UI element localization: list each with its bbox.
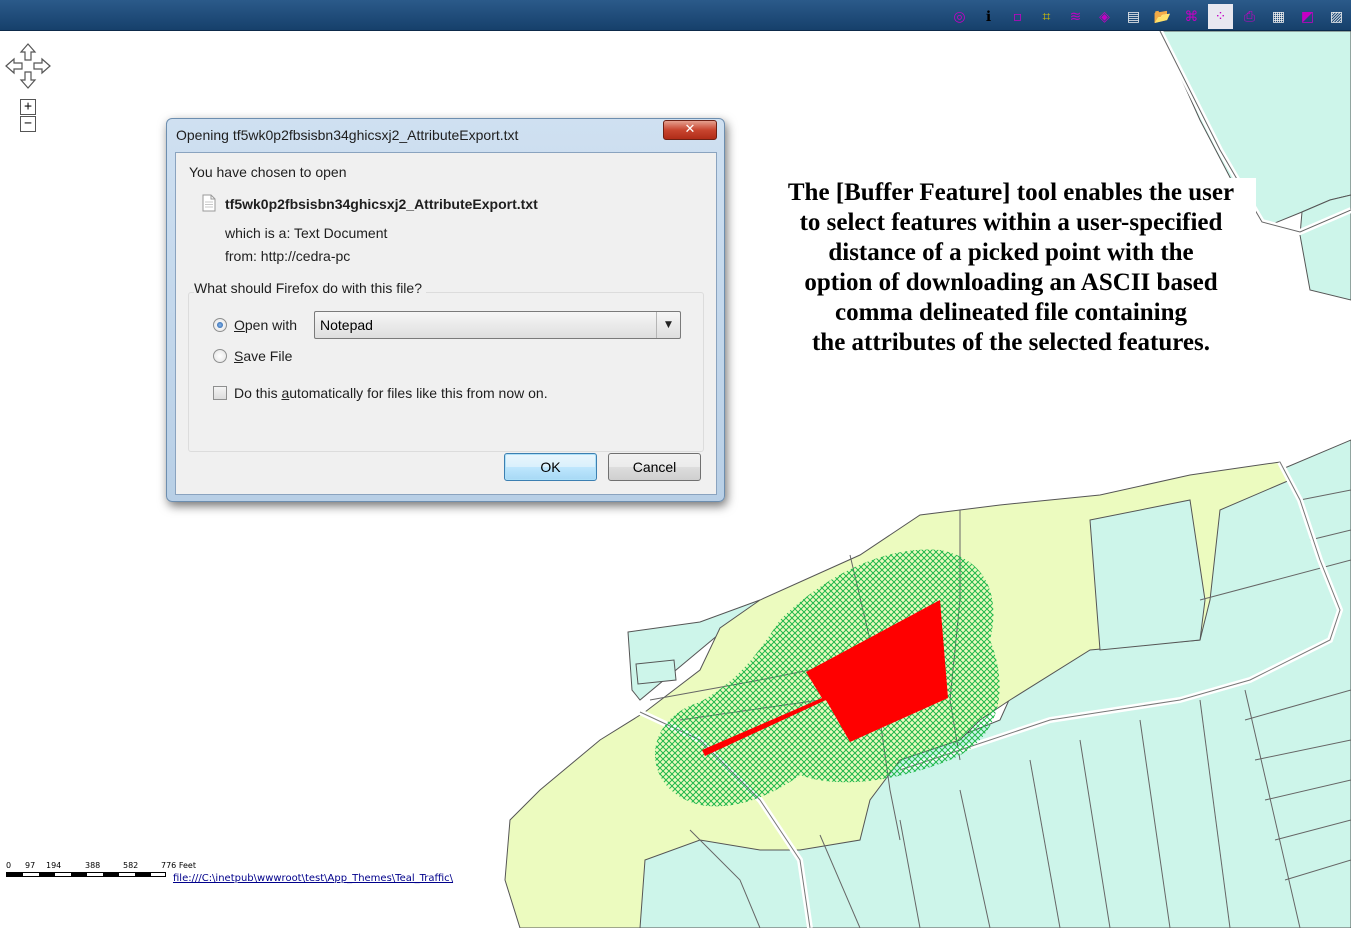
chart-tool-button[interactable]: ◩ [1295,4,1320,29]
chart-icon: ◩ [1300,8,1315,25]
close-icon: ✕ [684,122,696,137]
ok-button[interactable]: OK [504,453,597,481]
auto-checkbox[interactable] [213,386,227,400]
open-with-app-select[interactable]: Notepad ▼ [314,311,681,339]
description-line: The [Buffer Feature] tool enables the us… [787,179,1235,206]
auto-label[interactable]: Do this automatically for files like thi… [234,385,548,401]
report-tool-button[interactable]: ▨ [1324,4,1349,29]
file-source-row: from: http://cedra-pc [225,248,350,264]
selected-app: Notepad [320,317,373,333]
info-tool-button[interactable]: ℹ [976,4,1001,29]
pan-down-arrow [19,71,37,89]
toolbar: ◎ ℹ ▫ ⌗ ≋ ◈ ▤ 📂 ⌘ ⁘ ⎙ ▦ ◩ ▨ [947,3,1349,30]
file-path-link[interactable]: file:///C:\inetpub\wwwroot\test\App_Them… [173,873,453,884]
scale-tick: 194 [46,861,62,870]
scale-line [6,872,166,877]
layers-tool-button[interactable]: ≋ [1063,4,1088,29]
description-line: to select features within a user-specifi… [799,209,1223,236]
open-with-label[interactable]: Open with [234,317,297,333]
action-question: What should Firefox do with this file? [194,280,426,296]
save-file-label[interactable]: Save File [234,348,292,364]
zoom-extent-tool-button[interactable]: ◎ [947,4,972,29]
file-type-value: Text Document [294,225,388,241]
buffer-feature-tool-button[interactable]: ◈ [1092,4,1117,29]
dialog-title: Opening tf5wk0p2fbsisbn34ghicsxj2_Attrib… [176,127,519,143]
text-file-icon [202,194,216,212]
select-box-icon: ▫ [1012,8,1023,25]
buffer-feature-icon: ◈ [1099,8,1110,25]
description-line: the attributes of the selected features. [811,329,1211,356]
select-polygon-icon: ⌘ [1184,8,1199,25]
description-line: comma delineated file containing [834,299,1188,326]
open-folder-icon: 📂 [1153,8,1172,25]
file-name: tf5wk0p2fbsisbn34ghicsxj2_AttributeExpor… [225,196,538,212]
which-is-label: which is a: [225,225,291,241]
scale-tick: 776 Feet [161,861,196,870]
print-icon: ⎙ [1243,8,1256,25]
table-icon: ▦ [1271,8,1286,25]
file-source-value: http://cedra-pc [260,248,351,264]
description-line: option of downloading an ASCII based [804,269,1218,296]
pan-up-arrow [19,43,37,61]
chevron-down-icon: ▼ [656,312,680,338]
parcel [635,659,677,685]
zoom-out-button[interactable]: − [20,116,36,132]
scale-tick: 582 [123,861,139,870]
zoom-in-button[interactable]: + [20,99,36,115]
download-dialog: Opening tf5wk0p2fbsisbn34ghicsxj2_Attrib… [166,118,725,502]
selected-parcels [1089,499,1206,651]
pan-right-arrow [33,57,51,75]
crop-tool-button[interactable]: ⌗ [1034,4,1059,29]
select-polygon-tool-button[interactable]: ⌘ [1179,4,1204,29]
report-icon: ▨ [1329,8,1344,25]
file-type-row: which is a: Text Document [225,225,387,241]
from-label: from: [225,248,257,264]
scale-tick: 388 [85,861,101,870]
save-file-radio[interactable] [213,349,227,363]
chosen-label: You have chosen to open [189,164,347,180]
open-folder-tool-button[interactable]: 📂 [1150,4,1175,29]
tool-description-box: The [Buffer Feature] tool enables the us… [766,178,1256,388]
close-button[interactable]: ✕ [663,120,717,140]
cancel-button[interactable]: Cancel [608,453,701,481]
print-tool-button[interactable]: ⎙ [1237,4,1262,29]
pan-control[interactable] [5,43,51,89]
description-line: distance of a picked point with the [828,239,1194,266]
crop-icon: ⌗ [1042,8,1051,25]
dialog-body: You have chosen to open tf5wk0p2fbsisbn3… [175,152,717,495]
select-points-icon: ⁘ [1214,8,1227,25]
legend-tool-button[interactable]: ▤ [1121,4,1146,29]
table-tool-button[interactable]: ▦ [1266,4,1291,29]
scale-tick: 0 [6,861,12,870]
pan-left-arrow [5,57,23,75]
layers-icon: ≋ [1069,8,1082,25]
top-toolbar-bar: ◎ ℹ ▫ ⌗ ≋ ◈ ▤ 📂 ⌘ ⁘ ⎙ ▦ ◩ ▨ [0,0,1351,31]
select-points-tool-button[interactable]: ⁘ [1208,4,1233,29]
open-with-radio[interactable] [213,318,227,332]
select-box-tool-button[interactable]: ▫ [1005,4,1030,29]
info-icon: ℹ [985,8,992,25]
zoom-extent-icon: ◎ [953,8,966,25]
legend-icon: ▤ [1126,8,1141,25]
scale-tick: 97 [25,861,36,870]
